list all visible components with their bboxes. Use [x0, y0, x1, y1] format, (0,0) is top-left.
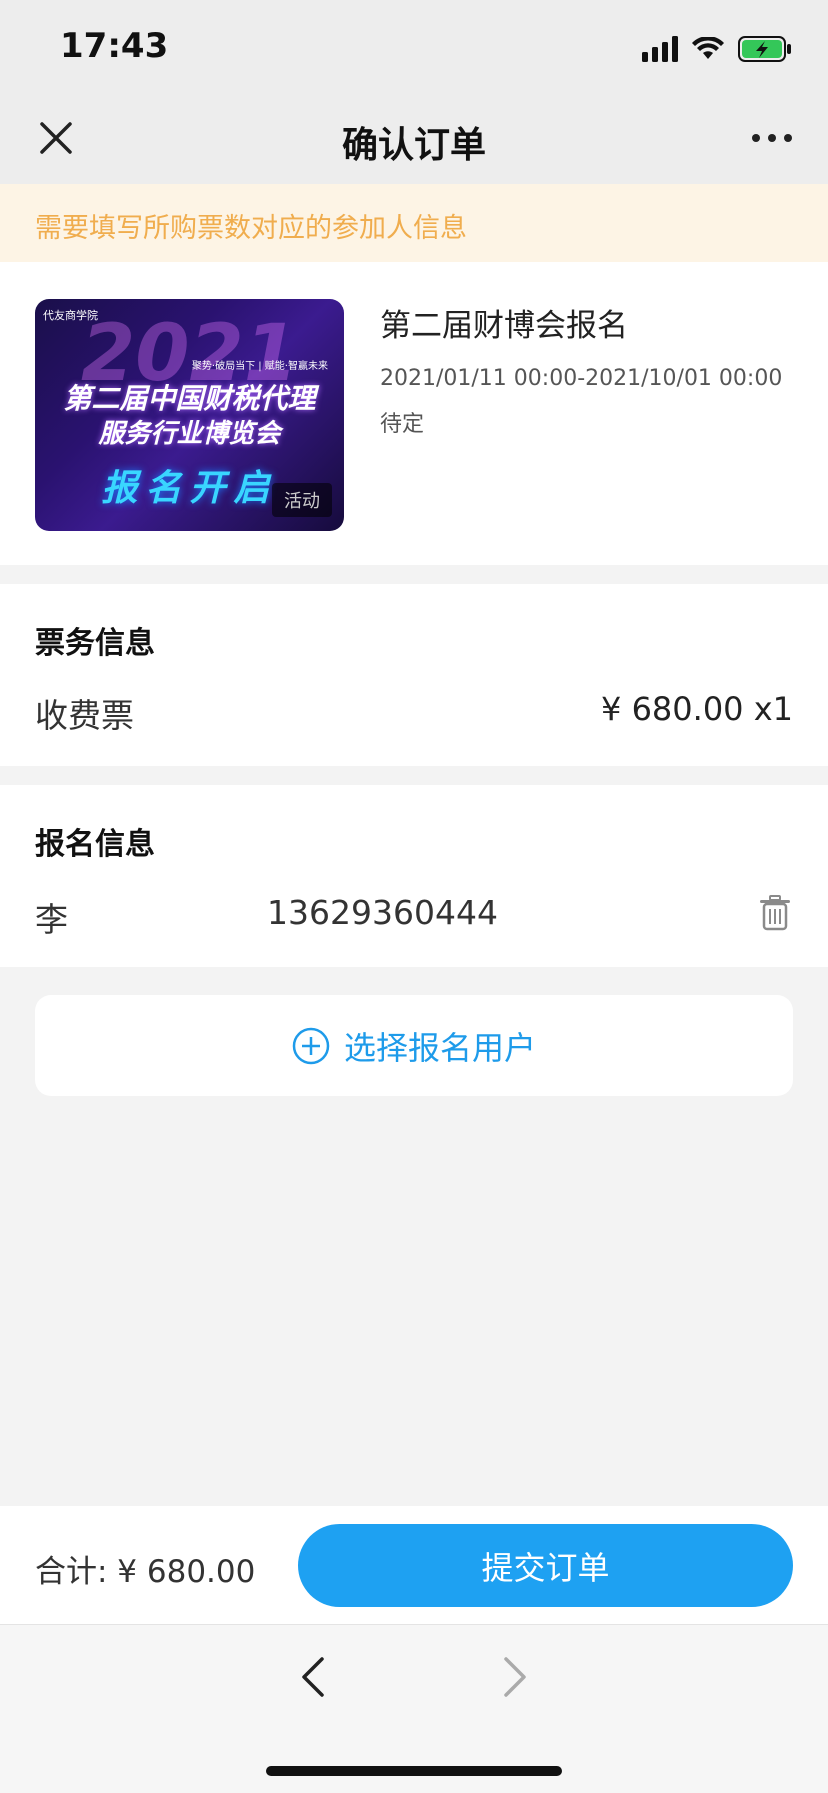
order-total: 合计: ¥ 680.00 [35, 1554, 256, 1590]
back-arrow-icon[interactable] [298, 1655, 328, 1699]
status-icons [642, 34, 792, 64]
poster-slogan: 聚势·破局当下 | 赋能·智赢未来 [191, 361, 328, 372]
wifi-icon [692, 37, 724, 59]
poster-tag: 活动 [272, 483, 332, 517]
add-circle-icon [292, 1027, 330, 1064]
poster-headline-1: 第二届中国财税代理 [63, 382, 316, 415]
submit-order-button[interactable]: 提交订单 [298, 1524, 793, 1607]
poster-logo: 代友商学院 [43, 309, 98, 322]
battery-charging-icon [738, 36, 791, 62]
trash-icon[interactable] [758, 895, 792, 931]
event-location: 待定 [380, 412, 425, 437]
forward-arrow-icon[interactable] [500, 1655, 530, 1699]
page-title: 确认订单 [341, 125, 486, 166]
status-time: 17:43 [60, 26, 169, 66]
ticket-type: 收费票 [35, 696, 134, 735]
registration-section-title: 报名信息 [35, 827, 155, 862]
ticket-price: ¥ 680.00 x1 [601, 690, 793, 728]
registrant-name: 李 [35, 900, 68, 939]
event-title: 第二届财博会报名 [380, 308, 628, 344]
event-poster[interactable]: 2021 代友商学院 聚势·破局当下 | 赋能·智赢未来 第二届中国财税代理 服… [35, 299, 344, 531]
event-time-range: 2021/01/11 00:00-2021/10/01 00:00 [380, 366, 783, 391]
select-user-label: 选择报名用户 [343, 1028, 536, 1067]
ticket-section-title: 票务信息 [35, 626, 155, 661]
registrant-phone: 13629360444 [267, 893, 498, 932]
registration-section [0, 785, 828, 967]
select-user-button[interactable]: 选择报名用户 [35, 995, 793, 1096]
poster-headline-2: 服务行业博览会 [98, 419, 281, 449]
notice-text: 需要填写所购票数对应的参加人信息 [35, 213, 467, 244]
more-icon[interactable] [748, 118, 796, 158]
signal-icon [642, 36, 678, 62]
ticket-section [0, 584, 828, 766]
home-indicator [266, 1766, 562, 1776]
